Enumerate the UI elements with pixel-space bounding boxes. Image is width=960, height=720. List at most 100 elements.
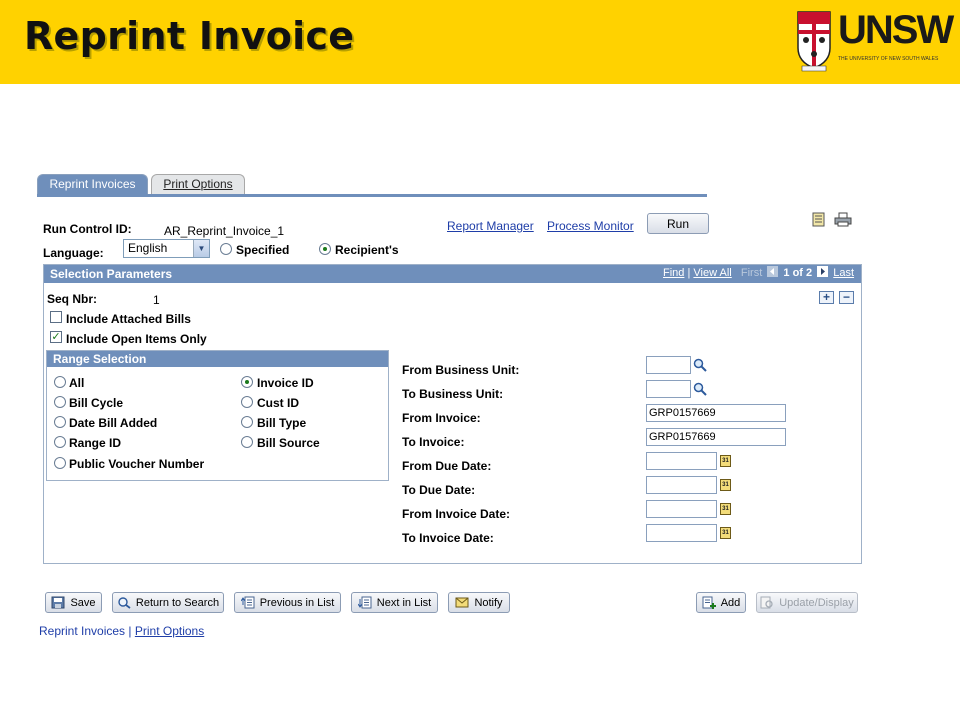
report-manager-link[interactable]: Report Manager (447, 219, 534, 233)
to-business-unit-input[interactable] (646, 380, 691, 398)
language-recipients-radio[interactable] (319, 243, 331, 255)
include-attached-bills-checkbox[interactable] (50, 311, 62, 323)
calendar-icon[interactable]: 31 (720, 455, 731, 467)
to-due-date-label: To Due Date: (402, 483, 476, 497)
seq-nbr-label: Seq Nbr: (47, 292, 98, 306)
range-public-voucher-radio[interactable] (54, 457, 66, 469)
run-control-label: Run Control ID: (43, 222, 132, 236)
first-label: First (740, 267, 763, 279)
language-label: Language: (43, 246, 104, 260)
language-select-value: English (128, 241, 168, 255)
lookup-search-icon[interactable] (693, 382, 707, 396)
range-range-id-radio[interactable] (54, 436, 66, 448)
to-invoice-label: To Invoice: (402, 435, 465, 449)
tab-reprint-invoices[interactable]: Reprint Invoices (37, 174, 148, 195)
save-icon (51, 596, 65, 609)
seq-nbr-value: 1 (153, 293, 160, 307)
add-label: Add (720, 596, 741, 609)
run-control-value: AR_Reprint_Invoice_1 (164, 224, 285, 238)
range-cust-id-radio[interactable] (241, 396, 253, 408)
page-banner: Reprint Invoice UNSW THE UNIVERSITY OF N… (0, 0, 960, 84)
range-bill-type-radio[interactable] (241, 416, 253, 428)
range-bill-source-label: Bill Source (257, 436, 320, 450)
range-date-bill-added-label: Date Bill Added (69, 416, 158, 430)
tab-print-options[interactable]: Print Options (151, 174, 245, 195)
from-invoice-input[interactable]: GRP0157669 (646, 404, 786, 422)
footer-tab-links: Reprint Invoices | Print Options (39, 624, 204, 638)
calendar-icon[interactable]: 31 (720, 479, 731, 491)
update-display-button[interactable]: Update/Display (756, 592, 858, 613)
language-recipients-label: Recipient's (335, 243, 399, 257)
include-attached-bills-label: Include Attached Bills (66, 312, 191, 326)
return-to-search-label: Return to Search (135, 596, 220, 609)
print-icon[interactable] (834, 212, 852, 227)
notify-icon (455, 597, 469, 608)
process-monitor-link[interactable]: Process Monitor (547, 219, 634, 233)
to-business-unit-label: To Business Unit: (402, 387, 504, 401)
range-bill-cycle-radio[interactable] (54, 396, 66, 408)
tab-print-options-label: Print Options (163, 177, 233, 191)
update-display-label: Update/Display (779, 596, 854, 609)
return-to-search-button[interactable]: Return to Search (112, 592, 224, 613)
update-display-icon (760, 596, 773, 609)
from-due-date-input[interactable] (646, 452, 717, 470)
from-business-unit-input[interactable] (646, 356, 691, 374)
previous-in-list-button[interactable]: Previous in List (234, 592, 341, 613)
next-list-icon (357, 596, 372, 609)
logo-wordmark: UNSW (838, 8, 954, 52)
add-button[interactable]: Add (696, 592, 746, 613)
previous-list-icon (240, 596, 255, 609)
delete-row-button[interactable]: − (839, 291, 854, 304)
tab-underline (37, 194, 707, 197)
range-date-bill-added-radio[interactable] (54, 416, 66, 428)
from-invoice-date-input[interactable] (646, 500, 717, 518)
footer-separator: | (128, 624, 132, 638)
to-invoice-input[interactable]: GRP0157669 (646, 428, 786, 446)
to-invoice-date-input[interactable] (646, 524, 717, 542)
include-open-items-checkbox[interactable]: ✓ (50, 331, 62, 343)
language-specified-radio[interactable] (220, 243, 232, 255)
next-row-icon[interactable] (817, 266, 829, 277)
add-icon (702, 596, 716, 609)
save-button[interactable]: Save (45, 592, 102, 613)
range-bill-cycle-label: Bill Cycle (69, 396, 124, 410)
calendar-icon[interactable]: 31 (720, 503, 731, 515)
view-all-link[interactable]: View All (693, 267, 731, 279)
from-due-date-label: From Due Date: (402, 459, 492, 473)
next-in-list-button[interactable]: Next in List (351, 592, 438, 613)
language-select[interactable]: English ▼ (123, 239, 210, 258)
report-list-icon[interactable] (812, 212, 826, 227)
range-bill-source-radio[interactable] (241, 436, 253, 448)
include-open-items-label: Include Open Items Only (66, 332, 207, 346)
notify-button[interactable]: Notify (448, 592, 510, 613)
language-specified-label: Specified (236, 243, 290, 257)
run-button[interactable]: Run (647, 213, 709, 234)
footer-current-page: Reprint Invoices (39, 624, 126, 638)
unsw-logo: UNSW THE UNIVERSITY OF NEW SOUTH WALES (796, 6, 954, 76)
add-row-button[interactable]: + (819, 291, 834, 304)
return-search-icon (118, 597, 131, 609)
footer-print-options-link[interactable]: Print Options (135, 624, 204, 638)
range-public-voucher-label: Public Voucher Number (69, 457, 205, 471)
range-range-id-label: Range ID (69, 436, 122, 450)
range-cust-id-label: Cust ID (257, 396, 299, 410)
from-business-unit-label: From Business Unit: (402, 363, 520, 377)
row-position: 1 of 2 (783, 267, 813, 279)
page-title: Reprint Invoice (24, 14, 355, 58)
range-invoice-id-label: Invoice ID (257, 376, 314, 390)
chevron-down-icon: ▼ (193, 240, 209, 257)
logo-subtitle: THE UNIVERSITY OF NEW SOUTH WALES (838, 56, 939, 62)
range-invoice-id-radio[interactable] (241, 376, 253, 388)
to-due-date-input[interactable] (646, 476, 717, 494)
from-invoice-label: From Invoice: (402, 411, 481, 425)
lookup-search-icon[interactable] (693, 358, 707, 372)
previous-in-list-label: Previous in List (259, 596, 335, 609)
range-all-label: All (69, 376, 85, 390)
range-all-radio[interactable] (54, 376, 66, 388)
last-link[interactable]: Last (833, 267, 854, 279)
find-link[interactable]: Find (663, 267, 684, 279)
previous-row-icon (767, 266, 779, 277)
to-invoice-date-label: To Invoice Date: (402, 531, 494, 545)
calendar-icon[interactable]: 31 (720, 527, 731, 539)
notify-label: Notify (474, 596, 503, 609)
